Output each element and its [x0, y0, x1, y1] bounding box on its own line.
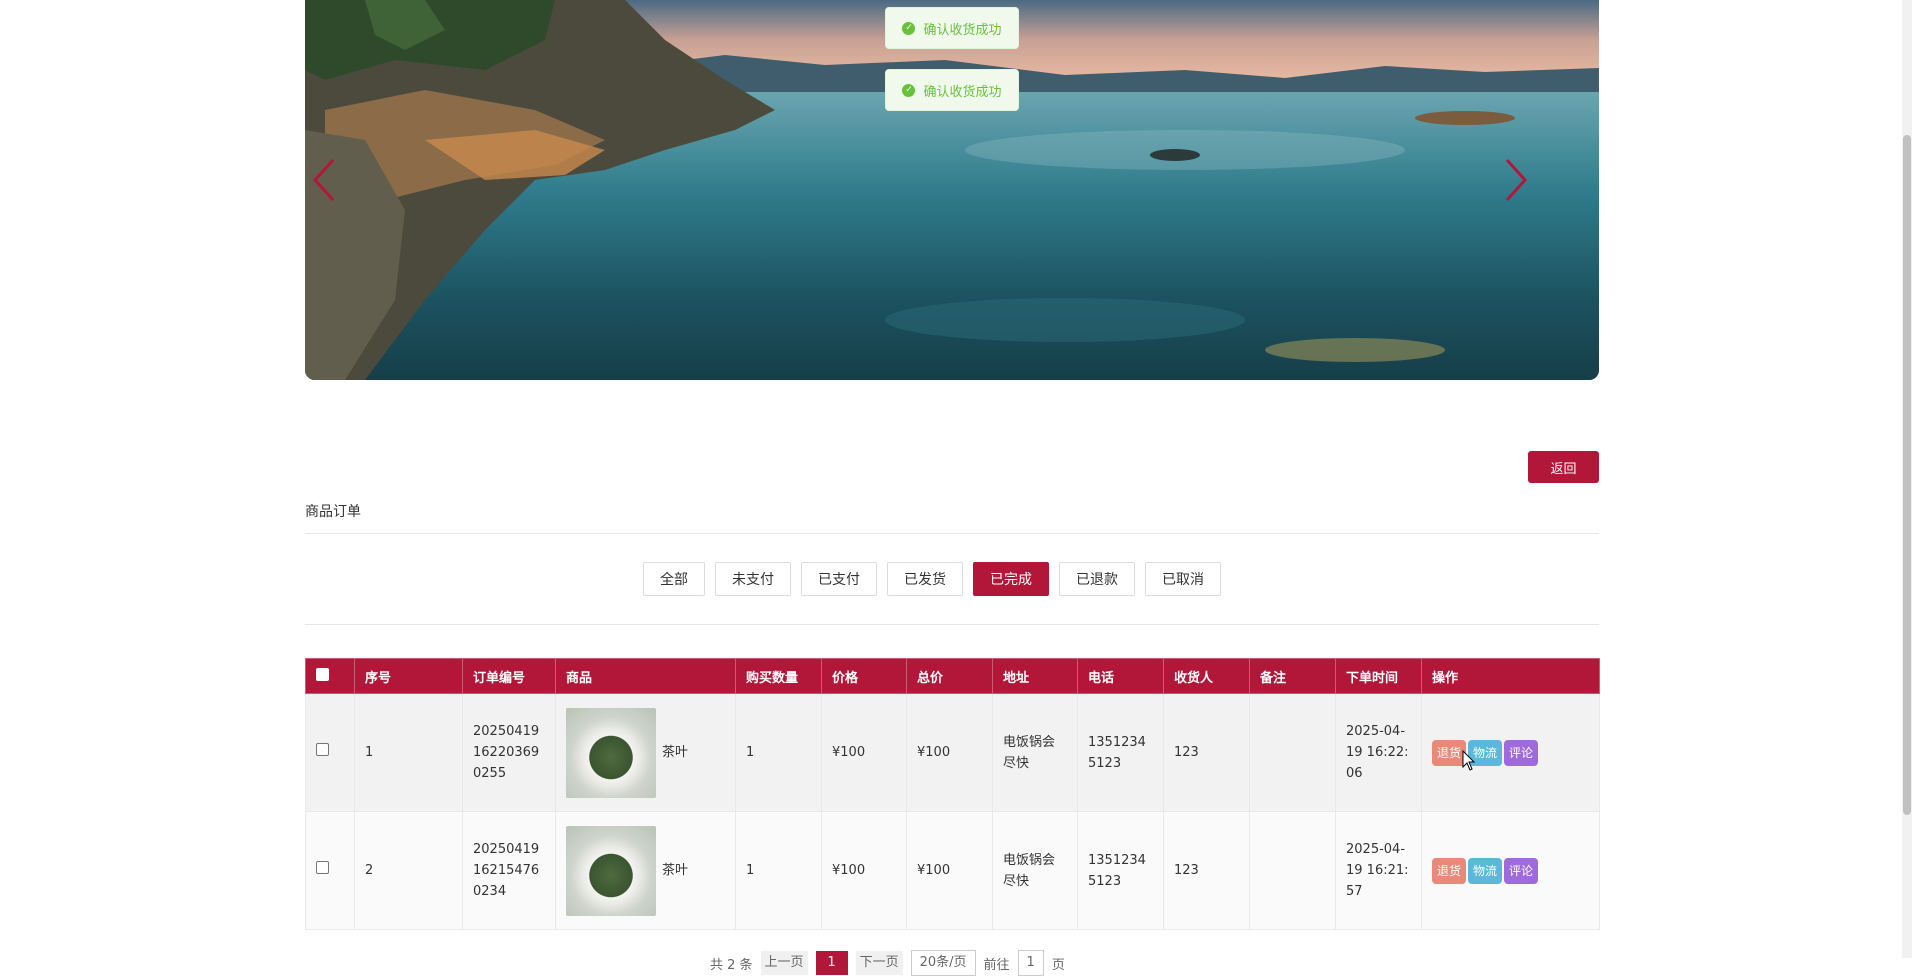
- goto-page-input[interactable]: 1: [1017, 950, 1044, 976]
- column-header: 操作: [1421, 658, 1600, 694]
- column-header: 价格: [821, 658, 907, 694]
- row-select-cell: [305, 811, 355, 930]
- comment-button[interactable]: 评论: [1504, 739, 1539, 766]
- page-scrollbar[interactable]: [1902, 0, 1912, 958]
- price-cell: ¥100: [821, 811, 907, 930]
- receiver-cell: 123: [1163, 811, 1250, 930]
- logistics-button[interactable]: 物流: [1468, 857, 1503, 884]
- order-no-cell: 20250419162203690255: [462, 693, 556, 812]
- scrollbar-thumb[interactable]: [1903, 135, 1911, 815]
- next-page-button[interactable]: 下一页: [855, 951, 903, 975]
- chevron-left-icon: [312, 158, 335, 202]
- tab-shipped[interactable]: 已发货: [887, 562, 963, 596]
- column-header: 电话: [1077, 658, 1164, 694]
- success-toast: ✓ 确认收货成功: [885, 69, 1019, 111]
- orders-table: 序号 订单编号 商品 购买数量 价格 总价 地址 电话 收货人 备注 下单时间 …: [305, 658, 1600, 930]
- column-header: 地址: [992, 658, 1078, 694]
- pagination-total: 共 2 条: [710, 957, 753, 973]
- address-cell: 电饭锅会尽快: [992, 811, 1078, 930]
- goto-label: 前往: [983, 957, 1010, 973]
- toast-text: 确认收货成功: [923, 22, 1002, 38]
- row-checkbox[interactable]: [316, 861, 329, 874]
- column-header: 下单时间: [1335, 658, 1422, 694]
- tab-paid[interactable]: 已支付: [801, 562, 877, 596]
- return-button[interactable]: 退货: [1432, 857, 1467, 884]
- chevron-right-icon: [1505, 158, 1528, 202]
- tab-completed[interactable]: 已完成: [973, 562, 1049, 596]
- tea-product-image: [566, 825, 656, 916]
- prev-page-button[interactable]: 上一页: [760, 951, 808, 975]
- page-unit-label: 页: [1051, 957, 1065, 973]
- carousel-banner: [305, 0, 1599, 380]
- product-name: 茶叶: [662, 863, 689, 878]
- column-header: 总价: [906, 658, 993, 694]
- success-check-icon: ✓: [902, 21, 916, 35]
- section-title: 商品订单: [305, 504, 361, 520]
- page-size-select[interactable]: 20条/页: [910, 950, 976, 976]
- current-page[interactable]: 1: [815, 951, 848, 975]
- column-header: 序号: [354, 658, 463, 694]
- phone-cell: 13512345123: [1077, 811, 1164, 930]
- row-select-cell: [305, 693, 355, 812]
- column-header: 收货人: [1163, 658, 1250, 694]
- toast-text: 确认收货成功: [923, 84, 1002, 100]
- price-cell: ¥100: [821, 693, 907, 812]
- remark-cell: [1249, 693, 1336, 812]
- order-status-tabs: 全部 未支付 已支付 已发货 已完成 已退款 已取消: [643, 562, 1221, 596]
- success-toast: ✓ 确认收货成功: [885, 7, 1019, 49]
- column-header: 备注: [1249, 658, 1336, 694]
- table-header-row: 序号 订单编号 商品 购买数量 价格 总价 地址 电话 收货人 备注 下单时间 …: [305, 658, 1600, 694]
- total-cell: ¥100: [906, 811, 993, 930]
- tab-cancelled[interactable]: 已取消: [1145, 562, 1221, 596]
- actions-cell: 退货 物流 评论: [1421, 811, 1600, 930]
- pagination: 共 2 条 上一页 1 下一页 20条/页 前往 1 页: [710, 950, 1065, 976]
- tab-refunded[interactable]: 已退款: [1059, 562, 1135, 596]
- back-button[interactable]: 返回: [1528, 451, 1599, 483]
- divider: [305, 533, 1599, 534]
- order-no-cell: 20250419162154760234: [462, 811, 556, 930]
- product-cell: 茶叶: [555, 693, 736, 812]
- total-cell: ¥100: [906, 693, 993, 812]
- index-cell: 1: [354, 693, 463, 812]
- phone-cell: 13512345123: [1077, 693, 1164, 812]
- row-checkbox[interactable]: [316, 743, 329, 756]
- remark-cell: [1249, 811, 1336, 930]
- column-header: 购买数量: [735, 658, 822, 694]
- column-header: 商品: [555, 658, 736, 694]
- column-header: 订单编号: [462, 658, 556, 694]
- time-cell: 2025-04-19 16:21:57: [1335, 811, 1422, 930]
- qty-cell: 1: [735, 811, 822, 930]
- carousel-next-arrow[interactable]: [1495, 150, 1535, 210]
- product-name: 茶叶: [662, 745, 689, 760]
- actions-cell: 退货 物流 评论: [1421, 693, 1600, 812]
- comment-button[interactable]: 评论: [1504, 857, 1539, 884]
- tab-unpaid[interactable]: 未支付: [715, 562, 791, 596]
- index-cell: 2: [354, 811, 463, 930]
- table-row: 1 20250419162203690255 茶叶 1 ¥100 ¥100 电饭…: [305, 693, 1600, 812]
- address-cell: 电饭锅会尽快: [992, 693, 1078, 812]
- product-cell: 茶叶: [555, 811, 736, 930]
- tea-product-image: [566, 707, 656, 798]
- time-cell: 2025-04-19 16:22:06: [1335, 693, 1422, 812]
- lake-landscape-image: [305, 0, 1599, 380]
- qty-cell: 1: [735, 693, 822, 812]
- success-check-icon: ✓: [902, 83, 916, 97]
- select-all-checkbox[interactable]: [316, 667, 329, 681]
- receiver-cell: 123: [1163, 693, 1250, 812]
- mouse-cursor-icon: [1462, 750, 1476, 771]
- select-all-header: [305, 658, 355, 694]
- divider: [305, 624, 1599, 625]
- tab-all[interactable]: 全部: [643, 562, 705, 596]
- return-button[interactable]: 退货: [1432, 739, 1467, 766]
- table-row: 2 20250419162154760234 茶叶 1 ¥100 ¥100 电饭…: [305, 811, 1600, 930]
- carousel-prev-arrow[interactable]: [305, 150, 345, 210]
